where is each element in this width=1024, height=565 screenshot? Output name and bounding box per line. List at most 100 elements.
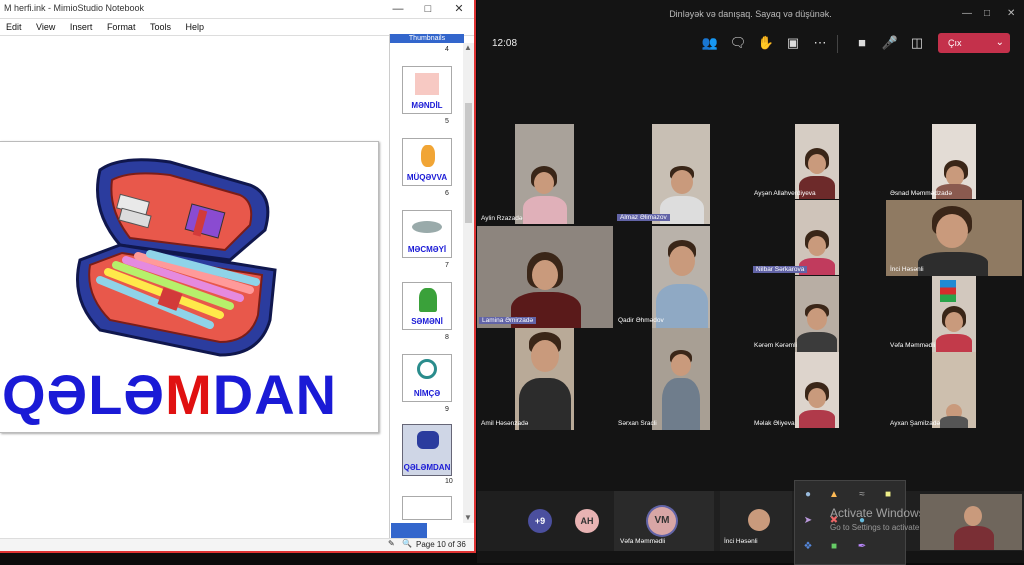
mimio-window: M herfi.ink - MimioStudio Notebook — □ ✕… [0, 0, 476, 553]
video-tile[interactable] [652, 124, 710, 224]
bluetooth-icon[interactable]: ❖ [801, 541, 815, 552]
scroll-thumb[interactable] [465, 103, 472, 223]
grass-thumb-image [419, 288, 437, 312]
participant-name: Kərəm Kərəmli [754, 342, 797, 349]
thumbnail-label: QƏLƏMDAN [403, 463, 451, 472]
participant-name: Məlak Əliyeva [754, 420, 795, 427]
notebook-canvas[interactable]: QƏLƏMDAN [0, 36, 387, 551]
minimize-button[interactable]: — [962, 8, 972, 19]
meeting-title: Dinləyək və danışaq. Sayaq və düşünək. [669, 9, 832, 19]
menu-tools[interactable]: Tools [150, 22, 171, 32]
zoom-icon[interactable]: 🔍 [402, 539, 412, 548]
raise-hand-icon[interactable]: ✋ [757, 35, 775, 51]
video-tile[interactable] [795, 124, 839, 199]
page-indicator: Page 10 of 36 [416, 540, 466, 549]
scarecrow-thumb-image [421, 145, 435, 167]
pencil-case-illustration [76, 158, 277, 357]
video-tile[interactable] [795, 276, 839, 352]
thumbnail-label: SƏMƏNİ [411, 317, 443, 326]
pen-icon[interactable]: ✎ [388, 539, 395, 548]
menu-edit[interactable]: Edit [6, 22, 22, 32]
thumbnail-label: MƏNDİL [411, 101, 443, 110]
participant-name: Sərxan Sracli [618, 420, 657, 427]
video-tile[interactable] [932, 276, 976, 352]
close-button[interactable]: ✕ [444, 0, 474, 18]
menu-insert[interactable]: Insert [70, 22, 93, 32]
shield-icon[interactable]: ▲ [827, 489, 841, 500]
camera-icon[interactable]: ■ [853, 35, 871, 50]
leave-button[interactable]: Çıx ⌄ [938, 33, 1010, 53]
participant-name: İnci Həsənli [890, 266, 924, 273]
video-tile[interactable] [477, 226, 613, 328]
network-icon[interactable]: ≈ [855, 489, 869, 500]
thumb-number: 8 [445, 334, 449, 341]
participant-tile[interactable]: İnci Həsənli [720, 491, 792, 551]
pen-icon[interactable]: ✒ [855, 541, 869, 552]
notebook-page[interactable]: QƏLƏMDAN [0, 141, 379, 433]
participant-name: Ayşən Allahverdiyeva [754, 190, 816, 197]
participant-name: Aylin Rzazadə [481, 215, 523, 222]
microphone-icon[interactable]: 🎤 [881, 35, 899, 51]
video-tile[interactable] [652, 328, 710, 430]
edge-icon[interactable]: ● [801, 489, 815, 500]
maximize-button[interactable]: □ [413, 0, 443, 18]
thumbnail-page-8[interactable]: SƏMƏNİ [402, 282, 452, 330]
maximize-button[interactable]: □ [984, 8, 990, 19]
chat-icon[interactable]: 🗨 [729, 35, 747, 51]
thumbnail-view-toggle[interactable] [391, 523, 427, 539]
nvidia-icon[interactable]: ■ [827, 541, 841, 552]
participant-name: Almaz Əlimazov [617, 214, 670, 221]
napkin-thumb-image [415, 73, 439, 95]
menu-format[interactable]: Format [107, 22, 136, 32]
more-participants-badge[interactable]: +9 [528, 509, 552, 533]
participant-tile[interactable]: VM Vəfa Məmmədli [614, 491, 714, 551]
thumbnails-scrollbar[interactable]: ▲ ▼ [463, 43, 474, 523]
thumbnails-pane: Thumbnails 4 MƏNDİL 5 MÜQƏVVA 6 MƏCMƏYİ … [389, 34, 464, 539]
minimize-button[interactable]: — [383, 0, 413, 18]
avatar[interactable]: AH [575, 509, 599, 533]
scroll-down-icon[interactable]: ▼ [464, 513, 472, 522]
participant-name: Vəfa Məmmədli [620, 538, 666, 545]
thumbnail-page-7[interactable]: MƏCMƏYİ [402, 210, 452, 258]
chevron-down-icon[interactable]: ⌄ [996, 37, 1004, 48]
more-actions-icon[interactable]: ⋯ [811, 35, 829, 51]
pencil-case-thumb-image [417, 431, 439, 449]
rooms-icon[interactable]: ▣ [784, 35, 802, 51]
video-tile[interactable] [652, 226, 710, 328]
thumbnail-label: MƏCMƏYİ [407, 245, 447, 254]
plate-thumb-image [417, 359, 437, 379]
thumbnail-page-5[interactable]: MƏNDİL [402, 66, 452, 114]
highlighted-letter: M [165, 363, 213, 426]
participant-name: Vəfa Məmmədli [890, 342, 936, 349]
share-screen-icon[interactable]: ◫ [908, 35, 926, 51]
self-view-video[interactable] [920, 494, 1022, 550]
video-tile[interactable] [515, 328, 574, 430]
video-tile[interactable] [932, 124, 976, 199]
mimio-titlebar: M herfi.ink - MimioStudio Notebook — □ ✕ [0, 0, 474, 19]
video-tile[interactable] [886, 200, 1022, 276]
thumb-number: 10 [445, 478, 453, 485]
thumbnail-page-6[interactable]: MÜQƏVVA [402, 138, 452, 186]
menu-help[interactable]: Help [186, 22, 205, 32]
menu-view[interactable]: View [36, 22, 55, 32]
note-icon[interactable]: ■ [881, 489, 895, 500]
video-tile[interactable] [515, 124, 574, 224]
video-tile[interactable] [795, 200, 839, 275]
thumbnail-page-10[interactable]: QƏLƏMDAN [402, 424, 452, 476]
scroll-up-icon[interactable]: ▲ [464, 43, 472, 52]
participant-name: Qadir Əhmədov [618, 317, 664, 324]
app-icon[interactable]: ➤ [801, 515, 815, 526]
thumbnail-page-11[interactable] [402, 496, 452, 520]
participants-icon[interactable]: 👥 [701, 35, 719, 51]
video-tile[interactable] [932, 352, 976, 428]
close-button[interactable]: ✕ [1007, 8, 1015, 19]
video-tile[interactable] [795, 352, 839, 428]
lesson-word: QƏLƏMDAN [2, 363, 338, 426]
avatar: VM [648, 507, 676, 535]
thumbnail-label: NİMÇƏ [413, 389, 441, 398]
thumb-number: 6 [445, 190, 449, 197]
participant-name: Nilbar Sərkarova [753, 266, 808, 273]
thumbnail-page-9[interactable]: NİMÇƏ [402, 354, 452, 402]
thumbnail-label: MÜQƏVVA [406, 173, 448, 182]
teams-meeting-window: Dinləyək və danışaq. Sayaq və düşünək. —… [477, 0, 1024, 565]
